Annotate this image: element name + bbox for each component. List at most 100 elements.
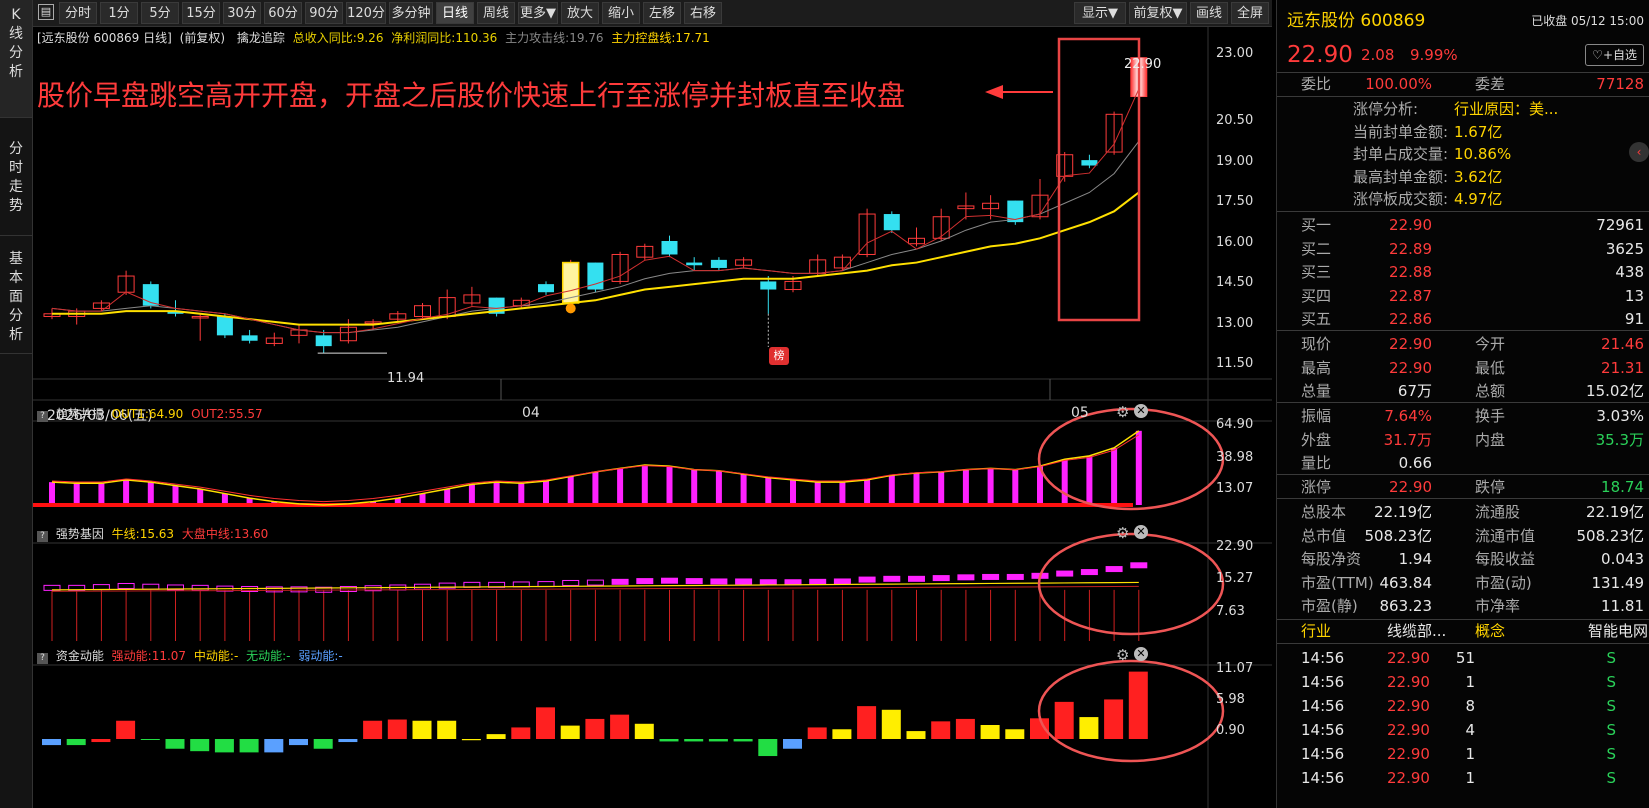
concept-value[interactable]: 智能电网: [1588, 619, 1648, 643]
sub2-box: [191, 584, 209, 591]
stats2-value2-1: 35.3万: [1595, 430, 1644, 449]
sub3-bar: [387, 719, 407, 739]
sub1-help-icon[interactable]: ?: [37, 411, 48, 422]
tick-vol-5: 1: [1465, 769, 1475, 787]
sub2-box: [735, 578, 753, 585]
toolbar-right-btn-0[interactable]: 显示▼: [1074, 2, 1126, 24]
candle-body: [1081, 160, 1098, 166]
sub3-ytick-1: 5.98: [1216, 692, 1245, 707]
tab-fundamental[interactable]: 基本面分析: [0, 236, 32, 354]
tick-price-3: 22.90: [1387, 721, 1430, 739]
sub1-bar: [938, 471, 945, 505]
stats2-label2-0: 换手: [1475, 407, 1506, 425]
quote-panel: 远东股份 600869 已收盘 05/12 15:00 22.90 2.08 9…: [1276, 0, 1649, 808]
weicha-label: 委差: [1475, 75, 1506, 93]
candle-body: [760, 281, 777, 290]
sub3-close-icon[interactable]: ✕: [1134, 647, 1148, 661]
sub1-header: ? 趋势共振 OUT1:64.90 OUT2:55.57: [37, 404, 263, 424]
sub1-close-icon[interactable]: ✕: [1134, 404, 1148, 418]
sub1-bar: [790, 479, 796, 505]
toolbar-btn-12[interactable]: 放大: [561, 2, 599, 24]
tab-intraday[interactable]: 分时走势: [0, 118, 32, 236]
toolbar-btn-1[interactable]: 1分: [100, 2, 138, 24]
toolbar-btn-3[interactable]: 15分: [182, 2, 220, 24]
stats4-label2-2: 每股收益: [1475, 550, 1536, 568]
toolbar-btn-11[interactable]: 更多▼: [518, 2, 558, 24]
toolbar-btn-6[interactable]: 90分: [305, 2, 343, 24]
sub1-bar: [123, 479, 130, 505]
add-favorite-button[interactable]: ♡+自选: [1585, 44, 1644, 66]
sub1-bar: [1135, 430, 1142, 505]
sub3-bar: [659, 739, 679, 742]
date-label-may: 05: [1071, 405, 1089, 421]
stats4-value1-4: 863.23: [1379, 597, 1433, 615]
toolbar-btn-7[interactable]: 120分: [346, 2, 386, 24]
price-change: 2.08: [1361, 46, 1395, 64]
sub1-ytick-2: 13.07: [1216, 481, 1254, 496]
tab-kline[interactable]: K线分析: [0, 0, 32, 118]
sub3-gear-icon[interactable]: ⚙: [1116, 646, 1129, 664]
toolbar-btn-8[interactable]: 多分钟: [389, 2, 433, 24]
sub3-bar: [363, 720, 383, 739]
tick-vol-0: 51: [1455, 649, 1475, 667]
sub3-help-icon[interactable]: ?: [37, 653, 48, 664]
sub1-bar: [666, 466, 673, 505]
sub3-bar: [91, 739, 111, 743]
bang-badge[interactable]: 榜: [769, 347, 789, 365]
toolbar-btn-15[interactable]: 右移: [684, 2, 722, 24]
stats2-row-0: 振幅 7.64% 换手 3.03%: [1277, 404, 1649, 428]
stats1-value1-0: 22.90: [1389, 335, 1432, 353]
sub1-gear-icon[interactable]: ⚙: [1116, 403, 1129, 421]
stats1-label2-1: 最低: [1475, 358, 1506, 377]
bid-label-1: 买二: [1301, 239, 1332, 258]
stats2-value1-1: 31.7万: [1383, 430, 1432, 449]
menu-icon[interactable]: ▤: [38, 4, 54, 20]
sub3-bar: [980, 725, 1000, 739]
stats1-label2-2: 总额: [1475, 382, 1506, 400]
toolbar-btn-5[interactable]: 60分: [264, 2, 302, 24]
tick-vol-3: 4: [1465, 721, 1475, 739]
date-label-apr: 04: [522, 405, 540, 421]
stats3-row-0: 涨停 22.90 跌停 18.74: [1277, 475, 1649, 499]
toolbar-right-btn-2[interactable]: 画线: [1190, 2, 1228, 24]
chart-area[interactable]: [远东股份 600869 日线] (前复权) 擒龙追踪 总收入同比:9.26 净…: [33, 27, 1272, 808]
stats1-value2-0: 21.46: [1601, 335, 1644, 353]
sub1-bar: [197, 489, 204, 505]
sub2-box: [1105, 566, 1123, 573]
sub3-bar: [610, 714, 630, 739]
toolbar-right-btn-3[interactable]: 全屏: [1231, 2, 1269, 24]
toolbar-btn-13[interactable]: 缩小: [602, 2, 640, 24]
candle-body: [216, 316, 233, 336]
sub1-bar: [814, 482, 821, 505]
sub3-bar: [906, 731, 926, 739]
sub1-bar: [73, 483, 80, 505]
toolbar-right-btn-1[interactable]: 前复权▼: [1129, 2, 1187, 24]
bid-row-1: 买二 22.89 3625: [1277, 237, 1649, 261]
main-ytick-7: 11.50: [1216, 356, 1254, 371]
stats1-label1-1: 最高: [1301, 358, 1332, 377]
sub2-close-icon[interactable]: ✕: [1134, 525, 1148, 539]
toolbar-btn-4[interactable]: 30分: [223, 2, 261, 24]
toolbar-btn-14[interactable]: 左移: [643, 2, 681, 24]
tab-kline-label: K线分析: [9, 7, 23, 80]
sub3-bar: [1005, 729, 1025, 739]
quote-scroll-arrow[interactable]: ‹: [1629, 142, 1649, 162]
bid-label-2: 买三: [1301, 263, 1332, 281]
limit-value-1: 1.67亿: [1454, 122, 1503, 141]
limit-value-0[interactable]: 行业原因：美...: [1454, 98, 1558, 120]
limit-row-2: 封单占成交量: 10.86%: [1277, 143, 1649, 165]
sub3-mid: 中动能:-: [193, 649, 239, 663]
tick-price-0: 22.90: [1387, 649, 1430, 667]
sub2-help-icon[interactable]: ?: [37, 531, 48, 542]
tick-dir-0: S: [1606, 649, 1616, 667]
concept-label: 概念: [1475, 622, 1506, 640]
toolbar-btn-0[interactable]: 分时: [59, 2, 97, 24]
sub2-gear-icon[interactable]: ⚙: [1116, 524, 1129, 542]
toolbar-btn-9[interactable]: 日线: [436, 2, 474, 24]
limit-label-3: 最高封单金额:: [1353, 167, 1449, 186]
industry-value[interactable]: 线缆部...: [1387, 619, 1446, 643]
sub1-bar: [691, 469, 698, 505]
toolbar-btn-10[interactable]: 周线: [477, 2, 515, 24]
toolbar-btn-2[interactable]: 5分: [141, 2, 179, 24]
sub3-bar: [758, 739, 778, 757]
